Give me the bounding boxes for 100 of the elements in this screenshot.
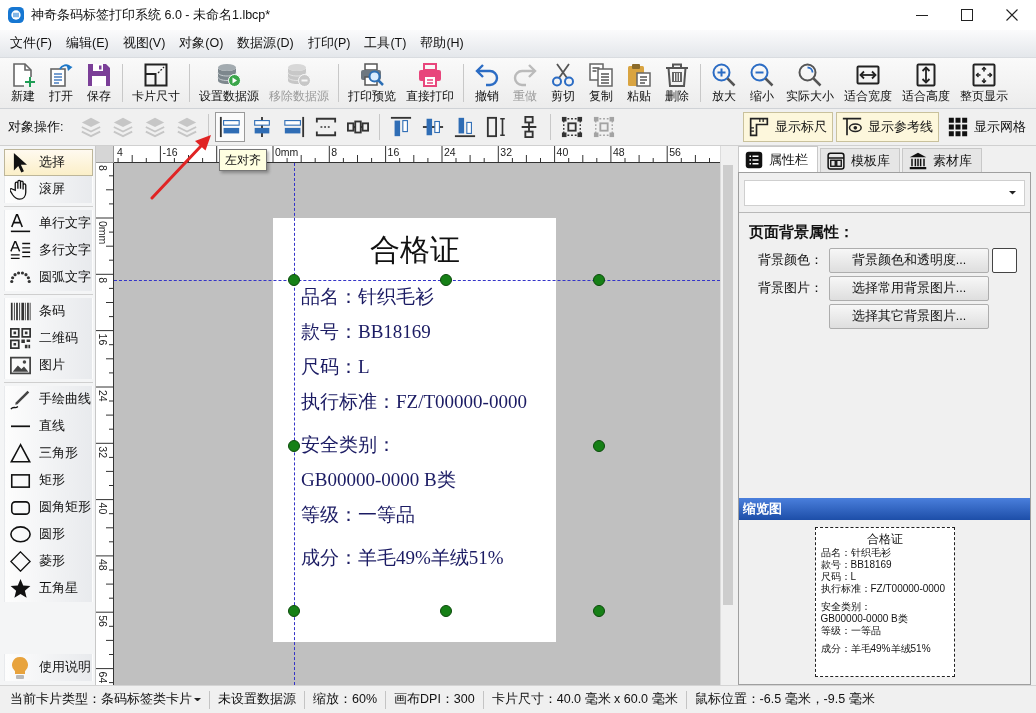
ellipse-icon [9, 526, 31, 543]
horizontal-arrows-icon [856, 63, 880, 87]
print-preview-button[interactable]: 打印预览 [343, 58, 401, 108]
tool-item[interactable]: 圆角矩形 [4, 494, 93, 521]
multiline-text-icon [9, 240, 31, 261]
grid-icon [948, 117, 968, 137]
menu-item[interactable]: 打印(P) [300, 34, 358, 53]
menu-item[interactable]: 数据源(D) [230, 34, 301, 53]
ruler-label: 32 [500, 146, 512, 158]
color-button[interactable]: 背景颜色和透明度... [829, 247, 989, 273]
tool-item[interactable]: 多行文字 [4, 237, 93, 264]
selection-handle[interactable] [593, 605, 605, 617]
toggle-button[interactable]: 显示标尺 [743, 112, 833, 142]
tool-item[interactable]: 圆弧文字 [4, 264, 93, 291]
image-button[interactable]: 选择其它背景图片... [829, 303, 989, 329]
document-plus-icon [11, 63, 35, 87]
panel-tab[interactable]: 属性栏 [738, 146, 818, 172]
group-icon [593, 116, 616, 138]
set-data-source-button[interactable]: 设置数据源 [194, 58, 264, 108]
card-size-button[interactable]: 卡片尺寸 [127, 58, 185, 108]
guide-eye-icon [842, 117, 862, 137]
layers-icon [144, 116, 167, 138]
card-text: 成分：羊毛49%羊绒51% [301, 548, 504, 568]
zoom-in-button[interactable]: 放大 [705, 58, 743, 108]
paste-button[interactable]: 粘贴 [620, 58, 658, 108]
undo-button[interactable]: 撤销 [468, 58, 506, 108]
scrollbar[interactable] [720, 146, 735, 685]
tool-item[interactable]: 单行文字 [4, 210, 93, 237]
scrollbar-thumb[interactable] [723, 165, 733, 605]
menu-item[interactable]: 文件(F) [3, 34, 59, 53]
align-left-button[interactable] [215, 112, 246, 142]
panel-header: 缩览图 [739, 498, 1030, 520]
close-icon[interactable] [1006, 9, 1018, 21]
ruler-label: 32 [97, 446, 109, 458]
menu-item[interactable]: 视图(V) [115, 34, 173, 53]
four-arrows-icon [972, 63, 996, 87]
tool-item[interactable]: 五角星 [4, 575, 93, 602]
dropdown-field[interactable] [744, 180, 1025, 206]
save-button[interactable]: 保存 [80, 58, 118, 108]
cut-button[interactable]: 剪切 [544, 58, 582, 108]
tool-item[interactable]: 手绘曲线 [4, 386, 93, 413]
tool-item[interactable]: 图片 [4, 352, 93, 379]
tool-item[interactable]: 二维码 [4, 325, 93, 352]
ruler-label: 8 [97, 165, 109, 171]
card-text: GB00000-0000 B类 [301, 470, 456, 490]
zoom-out-button[interactable]: 缩小 [743, 58, 781, 108]
image-button[interactable]: 选择常用背景图片... [829, 275, 989, 301]
tool-item[interactable]: 三角形 [4, 440, 93, 467]
zoom-in-icon [712, 63, 736, 87]
arc-dots-icon [9, 271, 31, 284]
thumbnail-text: 品名：针织毛衫 [820, 547, 892, 559]
tool-item[interactable]: 条码 [4, 298, 93, 325]
layers-icon [112, 116, 135, 138]
menu-item[interactable]: 工具(T) [357, 34, 414, 53]
frame-icon [144, 63, 168, 87]
copy-button[interactable]: 复制 [582, 58, 620, 108]
caret-icon [1009, 191, 1016, 195]
tool-item[interactable]: 矩形 [4, 467, 93, 494]
layers-icon [80, 116, 103, 138]
fit-width-button[interactable]: 适合宽度 [839, 58, 897, 108]
fit-page-button[interactable]: 整页显示 [955, 58, 1013, 108]
maximize-icon[interactable] [961, 9, 973, 21]
status-text: 未设置数据源 [217, 692, 297, 707]
list-icon [745, 150, 763, 169]
actual-size-button[interactable]: 实际大小 [781, 58, 839, 108]
tool-item[interactable]: 滚屏 [4, 176, 93, 203]
qr-code-icon [9, 328, 31, 349]
thumbnail-text: 安全类别： [820, 601, 872, 613]
open-button[interactable]: 打开 [42, 58, 80, 108]
ruler-label: 16 [387, 146, 400, 158]
card-type-dropdown[interactable]: 当前卡片类型：条码标签类卡片 [2, 692, 209, 707]
panel-tab[interactable]: 模板库 [820, 148, 900, 172]
panel-tab[interactable]: 素材库 [902, 148, 982, 172]
delete-button[interactable]: 删除 [658, 58, 696, 108]
toggle-button[interactable]: 显示网格 [942, 112, 1032, 142]
toolbar-label: 对象操作: [8, 119, 64, 135]
selection-handle[interactable] [593, 440, 605, 452]
tool-item[interactable]: 直线 [4, 413, 93, 440]
ruler-icon [749, 117, 769, 137]
color-swatch-icon[interactable] [992, 247, 1017, 273]
card-text: 款号：BB18169 [301, 322, 431, 342]
fit-height-button[interactable]: 适合高度 [897, 58, 955, 108]
print-button[interactable]: 直接打印 [401, 58, 459, 108]
toggle-button[interactable]: 显示参考线 [836, 112, 939, 142]
help-button[interactable]: 使用说明 [4, 654, 93, 681]
pencil-icon [9, 389, 31, 410]
menu-item[interactable]: 对象(O) [172, 34, 231, 53]
thumbnail-text: 成分：羊毛49%羊绒51% [820, 643, 932, 655]
align-left-icon [219, 116, 242, 138]
new-button[interactable]: 新建 [4, 58, 42, 108]
menu-item[interactable]: 编辑(E) [58, 34, 116, 53]
minimize-icon[interactable] [916, 14, 928, 16]
ruler-label: 48 [97, 558, 109, 571]
barcode-icon [9, 301, 31, 322]
triangle-icon [9, 443, 31, 464]
selection-handle[interactable] [593, 274, 605, 286]
tool-item[interactable]: 圆形 [4, 521, 93, 548]
tool-item[interactable]: 菱形 [4, 548, 93, 575]
menu-item[interactable]: 帮助(H) [413, 34, 471, 53]
tool-item[interactable]: 选择 [4, 149, 93, 176]
